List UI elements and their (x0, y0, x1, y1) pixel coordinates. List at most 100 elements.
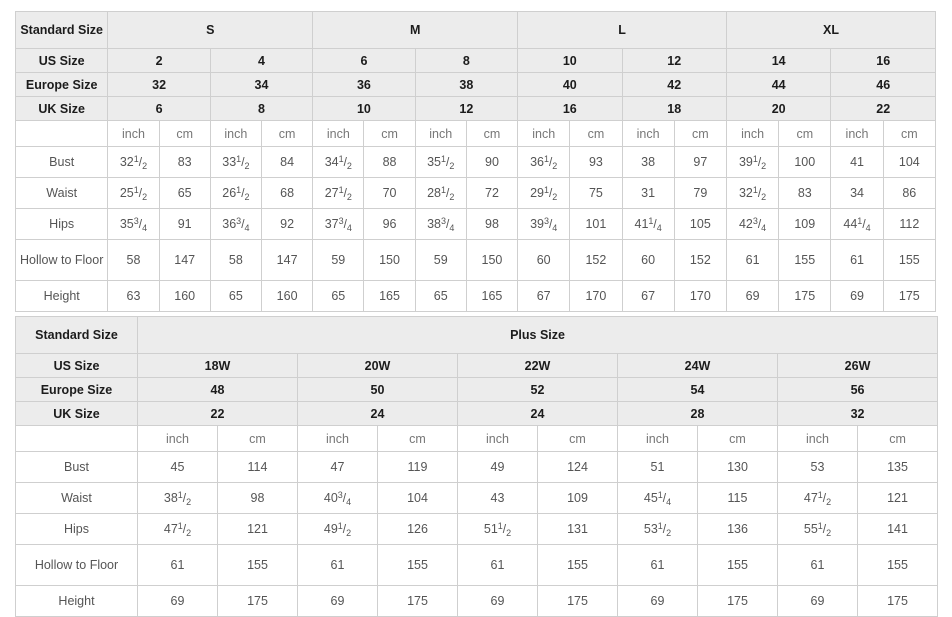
plus-measurement-inch: 51 (617, 451, 698, 483)
measurement-cm: 155 (778, 239, 832, 281)
measurement-inch: 67 (517, 280, 571, 312)
measurement-inch: 59 (414, 239, 467, 281)
measurement-cm: 155 (882, 239, 937, 281)
plus-measurement-label: Hollow to Floor (15, 544, 138, 586)
plus-measurement-inch: 47 (297, 451, 378, 483)
measurement-label: Height (14, 280, 109, 312)
uk-size-value: 16 (517, 96, 623, 121)
us-size-value: 14 (725, 48, 832, 73)
plus-unit-label-cm: cm (856, 425, 939, 452)
us-size-value: 6 (312, 48, 416, 73)
measurement-inch: 69 (830, 280, 884, 312)
measurement-inch: 60 (517, 239, 571, 281)
plus-measurement-inch: 451/4 (617, 482, 698, 514)
measurement-cm: 83 (778, 177, 832, 209)
uk-size-value: 22 (830, 96, 936, 121)
europe-size-value: 40 (517, 72, 623, 97)
europe-size-value: 36 (312, 72, 416, 97)
measurement-row: Height 63 160 65 160 65 165 65 165 67 170 67 170 69 17… (14, 280, 937, 312)
size-group-header-l: L (517, 11, 727, 49)
plus-measurement-cm: 136 (697, 513, 778, 545)
measurement-cm: 88 (363, 146, 416, 178)
plus-measurement-inch: 69 (457, 585, 538, 617)
size-group-header-xl: XL (725, 11, 937, 49)
plus-measurement-inch: 53 (777, 451, 858, 483)
uk-size-value: 20 (725, 96, 832, 121)
measurement-cm: 86 (882, 177, 937, 209)
plus-measurement-inch: 69 (777, 585, 858, 617)
measurement-cm: 165 (363, 280, 416, 312)
measurement-row: Hollow to Floor 58 147 58 147 59 150 59 150 60 152… (14, 239, 937, 281)
measurement-cm: 104 (882, 146, 937, 178)
standard-size-label: Standard Size (14, 11, 109, 49)
plus-measurement-cm: 175 (856, 585, 939, 617)
plus-unit-label-inch: inch (777, 425, 858, 452)
plus-measurement-inch: 45 (137, 451, 218, 483)
europe-size-value: 32 (107, 72, 211, 97)
uk-size-value: 8 (209, 96, 314, 121)
plus-measurement-inch: 61 (777, 544, 858, 586)
plus-measurement-cm: 104 (377, 482, 458, 514)
measurement-label: Hips (14, 208, 109, 240)
size-group-header-m: M (312, 11, 519, 49)
plus-uk-size-value: 24 (297, 401, 458, 426)
plus-uk-size-label: UK Size (15, 401, 138, 426)
measurement-cm: 100 (778, 146, 832, 178)
unit-label-inch: inch (725, 120, 780, 147)
measurement-cm: 150 (363, 239, 416, 281)
unit-label-inch: inch (209, 120, 262, 147)
us-size-value: 2 (107, 48, 211, 73)
measurement-cm: 101 (569, 208, 623, 240)
plus-measurement-label: Height (15, 585, 138, 617)
measurement-cm: 98 (465, 208, 519, 240)
plus-uk-size-value: 24 (457, 401, 618, 426)
plus-measurement-cm: 130 (697, 451, 778, 483)
measurement-inch: 58 (107, 239, 160, 281)
europe-size-label: Europe Size (14, 72, 109, 97)
unit-label-cm: cm (778, 120, 832, 147)
plus-us-size-value: 26W (776, 353, 939, 378)
plus-measurement-cm: 98 (217, 482, 298, 514)
measurement-cm: 92 (260, 208, 314, 240)
measurement-cm: 112 (882, 208, 937, 240)
measurement-cm: 147 (158, 239, 211, 281)
plus-measurement-inch: 61 (137, 544, 218, 586)
measurement-cm: 97 (673, 146, 727, 178)
plus-measurement-inch: 531/2 (617, 513, 698, 545)
measurement-inch: 331/2 (209, 146, 262, 178)
plus-unit-label-inch: inch (297, 425, 378, 452)
measurement-inch: 67 (621, 280, 675, 312)
plus-measurement-inch: 491/2 (297, 513, 378, 545)
unit-label-cm: cm (363, 120, 416, 147)
plus-measurement-cm: 155 (697, 544, 778, 586)
unit-label-cm: cm (673, 120, 727, 147)
measurement-inch: 63 (107, 280, 160, 312)
plus-measurement-cm: 124 (537, 451, 618, 483)
plus-measurement-row: Hips 471/2 121 491/2 126 511/2 131 531/2 136 551/… (15, 513, 939, 545)
measurement-inch: 351/2 (414, 146, 467, 178)
measurement-cm: 147 (260, 239, 314, 281)
measurement-cm: 93 (569, 146, 623, 178)
us-size-value: 8 (414, 48, 519, 73)
plus-measurement-cm: 119 (377, 451, 458, 483)
measurement-row: Hips 353/4 91 363/4 92 373/4 96 383/4 98 393/4 101… (14, 208, 937, 240)
europe-size-value: 44 (725, 72, 832, 97)
measurement-cm: 152 (673, 239, 727, 281)
plus-measurement-cm: 175 (697, 585, 778, 617)
plus-measurement-row: Bust 45 114 47 119 49 124 51 130 53 135 (15, 451, 939, 483)
plus-measurement-cm: 175 (217, 585, 298, 617)
plus-us-size-value: 20W (297, 353, 458, 378)
measurement-inch: 34 (830, 177, 884, 209)
measurement-inch: 441/4 (830, 208, 884, 240)
measurement-inch: 321/2 (107, 146, 160, 178)
plus-unit-label-inch: inch (617, 425, 698, 452)
measurement-cm: 83 (158, 146, 211, 178)
measurement-row: Bust 321/2 83 331/2 84 341/2 88 351/2 90 361/2 93 3… (14, 146, 937, 178)
uk-size-value: 18 (621, 96, 727, 121)
unit-label-inch: inch (414, 120, 467, 147)
unit-label-inch: inch (312, 120, 365, 147)
plus-measurement-cm: 155 (856, 544, 939, 586)
plus-measurement-cm: 109 (537, 482, 618, 514)
measurement-cm: 72 (465, 177, 519, 209)
measurement-inch: 411/4 (621, 208, 675, 240)
